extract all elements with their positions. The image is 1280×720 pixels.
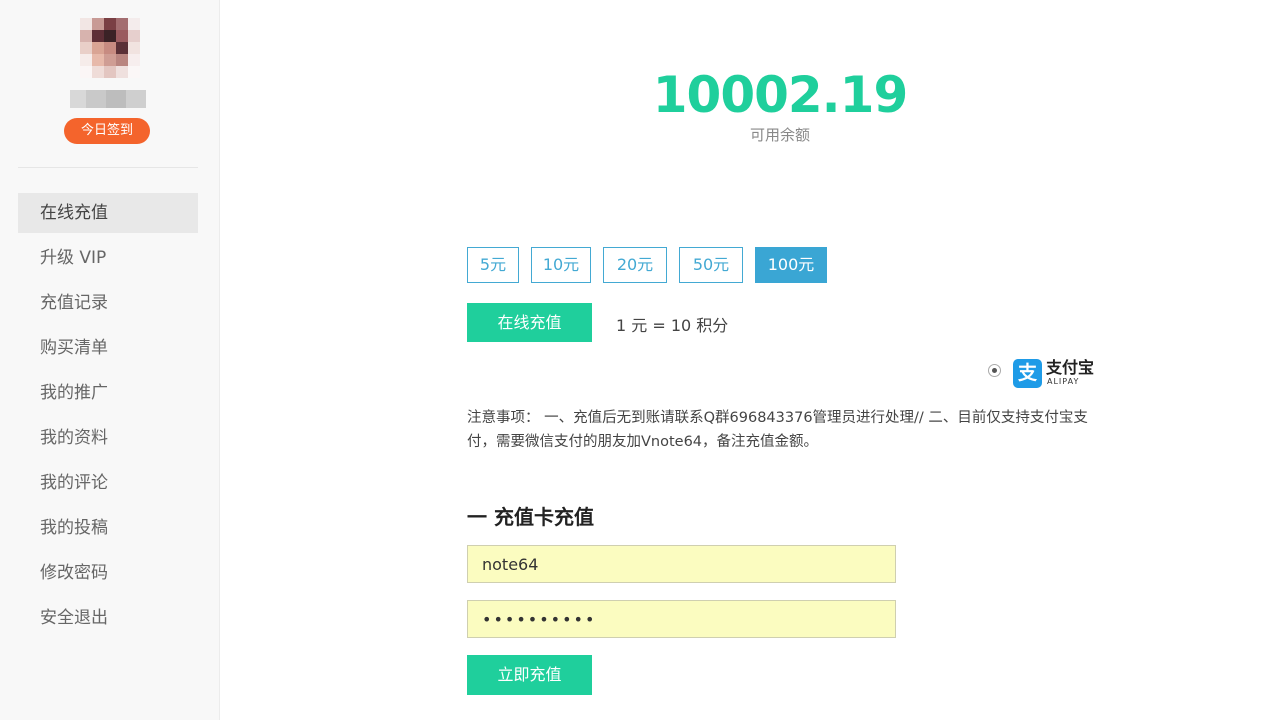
avatar[interactable] xyxy=(80,18,140,78)
sidebar-link-my-profile[interactable]: 我的资料 xyxy=(18,418,198,458)
sidebar-link-recharge-history[interactable]: 充值记录 xyxy=(18,283,198,323)
sidebar: 今日签到 在线充值 升级 VIP 充值记录 购买清单 我的推广 我的资料 我的评… xyxy=(0,0,220,720)
sidebar-item-change-password: 修改密码 xyxy=(18,550,198,595)
amount-option-50[interactable]: 50元 xyxy=(679,247,743,283)
sidebar-link-logout[interactable]: 安全退出 xyxy=(18,598,198,638)
sidebar-item-online-recharge: 在线充值 xyxy=(18,190,198,235)
sidebar-link-my-comments[interactable]: 我的评论 xyxy=(18,463,198,503)
balance-label: 可用余额 xyxy=(749,126,810,144)
sidebar-item-recharge-history: 充值记录 xyxy=(18,280,198,325)
sidebar-item-logout: 安全退出 xyxy=(18,595,198,640)
sidebar-link-my-submissions[interactable]: 我的投稿 xyxy=(18,508,198,548)
alipay-icon: 支 xyxy=(1013,359,1042,388)
amount-option-5[interactable]: 5元 xyxy=(467,247,519,283)
card-password-input[interactable] xyxy=(467,600,896,638)
sidebar-item-my-referrals: 我的推广 xyxy=(18,370,198,415)
sidebar-link-change-password[interactable]: 修改密码 xyxy=(18,553,198,593)
sidebar-link-upgrade-vip[interactable]: 升级 VIP xyxy=(18,238,198,278)
sidebar-link-online-recharge[interactable]: 在线充值 xyxy=(18,192,198,233)
alipay-radio[interactable] xyxy=(988,364,1001,377)
sidebar-nav: 在线充值 升级 VIP 充值记录 购买清单 我的推广 我的资料 我的评论 我的投… xyxy=(18,190,198,640)
alipay-brand-en: ALIPAY xyxy=(1047,377,1080,386)
card-recharge-title: 一 充值卡充值 xyxy=(467,505,594,529)
amount-options: 5元 10元 20元 50元 100元 xyxy=(467,247,827,283)
sidebar-divider xyxy=(18,167,198,168)
amount-option-100[interactable]: 100元 xyxy=(755,247,827,283)
alipay-brand-cn: 支付宝 xyxy=(1046,358,1095,377)
card-recharge-submit-button[interactable]: 立即充值 xyxy=(467,655,592,695)
online-recharge-button[interactable]: 在线充值 xyxy=(467,303,592,342)
exchange-rate-text: 1 元 = 10 积分 xyxy=(616,316,729,335)
recharge-notice: 注意事项： 一、充值后无到账请联系Q群696843376管理员进行处理// 二、… xyxy=(467,410,1088,450)
username-obscured xyxy=(70,90,146,108)
sidebar-item-purchase-list: 购买清单 xyxy=(18,325,198,370)
sidebar-link-purchase-list[interactable]: 购买清单 xyxy=(18,328,198,368)
sidebar-link-my-referrals[interactable]: 我的推广 xyxy=(18,373,198,413)
user-profile: 今日签到 xyxy=(0,0,220,168)
sidebar-item-my-comments: 我的评论 xyxy=(18,460,198,505)
alipay-logo[interactable]: 支 支付宝 ALIPAY xyxy=(1013,359,1103,389)
balance-amount: 10002.19 xyxy=(652,66,909,124)
card-number-input[interactable] xyxy=(467,545,896,583)
amount-option-20[interactable]: 20元 xyxy=(603,247,667,283)
daily-checkin-button[interactable]: 今日签到 xyxy=(64,118,150,144)
sidebar-item-upgrade-vip: 升级 VIP xyxy=(18,235,198,280)
amount-option-10[interactable]: 10元 xyxy=(531,247,591,283)
sidebar-item-my-profile: 我的资料 xyxy=(18,415,198,460)
sidebar-item-my-submissions: 我的投稿 xyxy=(18,505,198,550)
